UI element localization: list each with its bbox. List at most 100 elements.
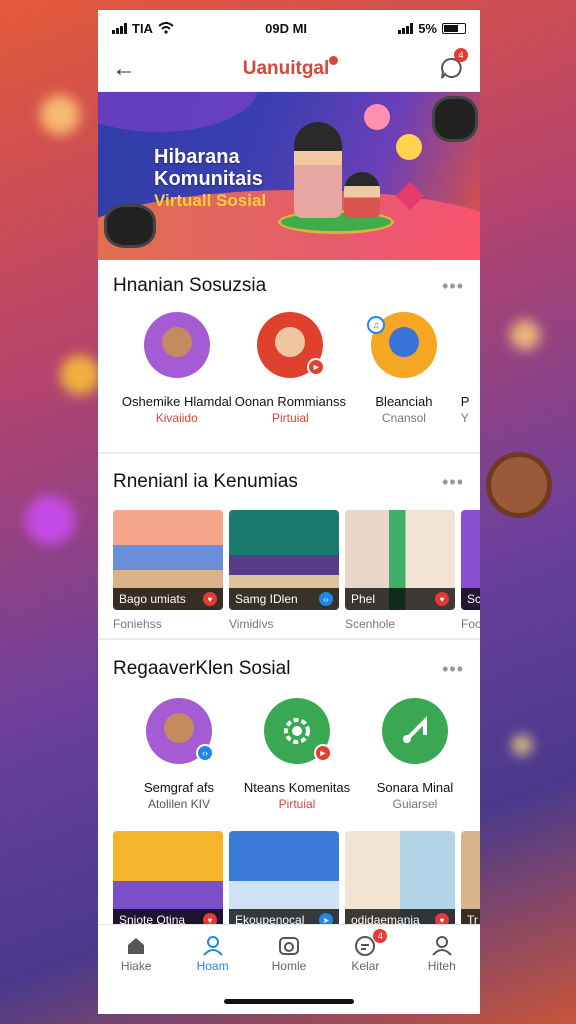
tab-people[interactable]: Hoam bbox=[183, 933, 243, 973]
group-card[interactable]: Sniote Otina ♥ bbox=[113, 831, 223, 931]
avatar-badge: ► bbox=[314, 744, 332, 762]
avatar-badge: ♫ bbox=[366, 316, 385, 334]
avatar bbox=[382, 698, 448, 764]
tab-badge: 4 bbox=[373, 929, 388, 943]
back-arrow-icon[interactable]: ← bbox=[112, 55, 136, 83]
room-cards-row: Bago umiats ♥ Foniehss Samg IDlen ‹› Vimid… bbox=[98, 510, 480, 631]
speaker-icon bbox=[104, 204, 156, 248]
group-thumbnail: Ekoupenocal ➤ bbox=[229, 831, 339, 931]
emoji-icon bbox=[364, 104, 390, 130]
phone-screen: TIA 09D MI 5% ← Uanuitgal 4 Hibarana Kom… bbox=[98, 10, 480, 1014]
tab-camera[interactable]: Homle bbox=[259, 933, 319, 973]
group-card[interactable]: Ekoupenocal ➤ bbox=[229, 831, 339, 931]
group-subtitle: Guiarsel bbox=[392, 797, 438, 811]
group-item[interactable]: ► Nteans Komenitas Pirtuial bbox=[238, 698, 356, 811]
person-icon bbox=[183, 933, 243, 959]
more-options-icon[interactable]: ••• bbox=[442, 276, 464, 297]
signal-icon bbox=[398, 22, 414, 34]
signal-icon bbox=[112, 22, 127, 34]
promo-banner[interactable]: Hibarana Komunitais Virtuall Sosial bbox=[98, 92, 480, 260]
person-item[interactable]: ► Oonan Rommianss Pirtuial bbox=[234, 312, 348, 425]
section-title: Rnenianl ia Kenumias bbox=[113, 471, 298, 492]
avatar: ‹› bbox=[146, 698, 214, 764]
group-card[interactable]: Tr bbox=[461, 831, 480, 931]
music-note-icon bbox=[403, 716, 427, 743]
room-card[interactable]: Bago umiats ♥ Foniehss bbox=[113, 510, 223, 631]
home-icon bbox=[106, 933, 166, 959]
person-subtitle: Y bbox=[460, 411, 469, 425]
section-featured-people: Hnanian Sosuzsia ••• Oshemike Hlamdal Ki… bbox=[98, 260, 480, 454]
emoji-icon bbox=[396, 134, 422, 160]
banner-child-illustration bbox=[344, 172, 380, 218]
banner-text: Hibarana Komunitais Virtuall Sosial bbox=[154, 146, 266, 212]
caption-text: Samg IDlen bbox=[235, 592, 298, 606]
status-bar: TIA 09D MI 5% bbox=[98, 10, 480, 46]
background-bokeh bbox=[512, 735, 532, 755]
notification-button[interactable]: 4 bbox=[436, 47, 468, 84]
card-subtitle: Foniehss bbox=[113, 617, 162, 631]
card-subtitle: Foo bbox=[461, 617, 480, 631]
tabs: Hiake Hoam Homle 4 Kelar Hiteh bbox=[98, 925, 480, 973]
banner-line-2: Komunitais bbox=[154, 168, 263, 190]
background-bokeh bbox=[510, 320, 540, 350]
heart-icon: ♥ bbox=[435, 592, 449, 606]
tab-label: Kelar bbox=[351, 959, 380, 973]
person-subtitle: Pirtuial bbox=[272, 411, 309, 425]
tab-label: Hoam bbox=[196, 959, 229, 973]
caption-text: Sc bbox=[467, 592, 480, 606]
group-card[interactable]: odidaemania ♥ bbox=[345, 831, 455, 931]
avatar: ♫ bbox=[366, 312, 437, 378]
avatar: ► bbox=[257, 312, 326, 378]
status-right: 5% bbox=[398, 21, 466, 36]
chat-icon: 4 bbox=[335, 929, 395, 959]
status-left: TIA bbox=[112, 21, 174, 36]
card-subtitle: Vimidivs bbox=[229, 617, 274, 631]
person-name: P bbox=[460, 394, 470, 409]
heart-icon: ♥ bbox=[203, 592, 217, 606]
group-subtitle: Pirtuial bbox=[278, 797, 316, 811]
person-name: Oshemike Hlamdal bbox=[121, 394, 232, 409]
room-thumbnail: Sc bbox=[461, 510, 480, 610]
more-options-icon[interactable]: ••• bbox=[442, 659, 464, 680]
app-title: Uanuitgal bbox=[243, 55, 339, 80]
person-item[interactable]: ♫ Bleanciah Cnansol bbox=[347, 312, 461, 425]
background-bokeh bbox=[25, 495, 75, 545]
person-subtitle: Kivaiido bbox=[155, 411, 198, 425]
tab-label: Hiake bbox=[120, 959, 152, 973]
room-card[interactable]: Samg IDlen ‹› Vimidivs bbox=[229, 510, 339, 631]
banner-person-illustration bbox=[294, 122, 342, 218]
banner-line-1: Hibarana bbox=[154, 146, 240, 168]
app-bar: ← Uanuitgal 4 bbox=[98, 46, 480, 92]
group-thumbnail: Sniote Otina ♥ bbox=[113, 831, 223, 931]
more-options-icon[interactable]: ••• bbox=[442, 472, 464, 493]
person-item[interactable]: P Y bbox=[461, 394, 480, 425]
group-thumbnail: odidaemania ♥ bbox=[345, 831, 455, 931]
room-thumbnail: Phel ♥ bbox=[345, 510, 455, 610]
wifi-icon bbox=[158, 22, 174, 34]
person-item[interactable]: Oshemike Hlamdal Kivaiido bbox=[120, 312, 234, 425]
group-item[interactable]: Sonara Minal Guiarsel bbox=[356, 698, 474, 811]
gear-icon bbox=[284, 718, 310, 744]
banner-shape bbox=[98, 92, 258, 132]
speaker-icon bbox=[432, 96, 478, 142]
people-row: Oshemike Hlamdal Kivaiido ► Oonan Rommia… bbox=[98, 312, 480, 425]
background-bokeh bbox=[40, 95, 80, 135]
background-film-reel bbox=[486, 452, 552, 518]
group-name: Semgraf afs bbox=[143, 780, 215, 795]
group-item[interactable]: ‹› Semgraf afs Atolilen KIV bbox=[120, 698, 238, 811]
tab-chat[interactable]: 4 Kelar bbox=[335, 929, 395, 973]
person-subtitle: Cnansol bbox=[381, 411, 426, 425]
group-cards-row: Sniote Otina ♥ Ekoupenocal ➤ odidaemania ♥ … bbox=[98, 831, 480, 931]
group-name: Sonara Minal bbox=[376, 780, 454, 795]
notification-badge: 4 bbox=[454, 47, 468, 62]
tab-profile[interactable]: Hiteh bbox=[412, 933, 472, 973]
avatar-badge: ► bbox=[307, 358, 326, 376]
room-card[interactable]: Sc Foo bbox=[461, 510, 480, 631]
group-name: Nteans Komenitas bbox=[243, 780, 351, 795]
room-card[interactable]: Phel ♥ Scenhole bbox=[345, 510, 455, 631]
bottom-tab-bar: Hiake Hoam Homle 4 Kelar Hiteh bbox=[98, 924, 480, 1014]
avatar: ► bbox=[264, 698, 332, 764]
thumbnail-caption: Sc bbox=[461, 588, 480, 610]
person-name: Bleanciah bbox=[375, 394, 433, 409]
tab-home[interactable]: Hiake bbox=[106, 933, 166, 973]
